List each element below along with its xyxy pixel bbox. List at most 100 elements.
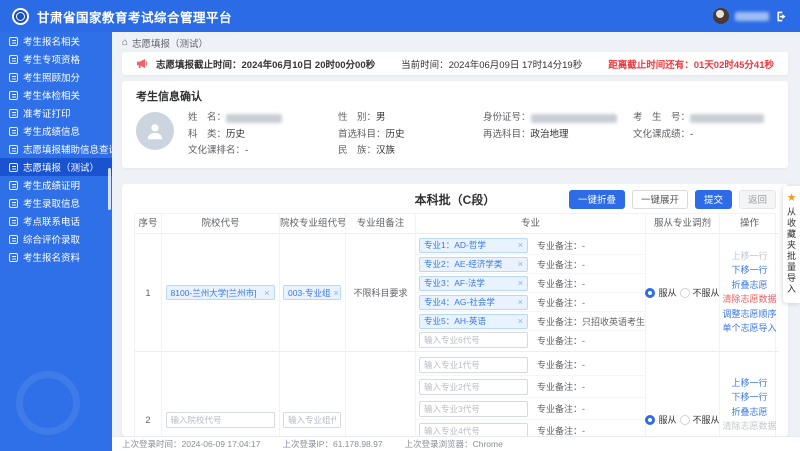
table-header-row: 序号 院校代号 院校专业组代号 专业组备注 专业 服从专业调剂 操作	[135, 214, 775, 234]
sidebar-item-label: 综合评价录取	[23, 232, 80, 246]
sidebar-item-score-certificate[interactable]: 考生成绩证明	[0, 176, 112, 194]
major-subrow: 专业2：AE-经济学类× 专业备注：-	[416, 255, 645, 274]
submit-button[interactable]: 提交	[695, 190, 732, 209]
clear-icon[interactable]: ×	[515, 278, 523, 288]
document-icon	[9, 37, 18, 46]
sidebar-item-label: 考生成绩信息	[23, 124, 80, 138]
refuse-radio[interactable]	[680, 415, 690, 425]
main-content: ⌂ 志愿填报（测试） 志愿填报截止时间：2024年06月10日 20时00分00…	[112, 32, 800, 451]
college-code-cell: 8100-兰州大学[兰州市] ×	[161, 234, 279, 352]
sidebar-item-score-info[interactable]: 考生成绩信息	[0, 122, 112, 140]
row-no: 1	[135, 234, 161, 352]
majors-cell: 专业备注：- 专业备注：- 专业备注：- 专业备注：-	[415, 352, 645, 436]
field-re-subject: 再选科目：政治地理	[483, 127, 633, 144]
sidebar-item-label: 考生报名相关	[23, 34, 80, 48]
move-down-link[interactable]: 下移一行	[731, 391, 767, 405]
sidebar-item-special-qualification[interactable]: 考生专项资格	[0, 50, 112, 68]
adjust-order-link[interactable]: 调整志愿顺序	[722, 308, 776, 322]
single-import-link[interactable]: 单个志愿导入	[722, 322, 776, 336]
sidebar-scrollbar[interactable]	[108, 168, 111, 210]
clear-icon[interactable]: ×	[331, 288, 339, 298]
sidebar-item-label: 志愿填报（测试）	[23, 160, 99, 174]
sidebar-item-application-materials[interactable]: 考生报名资料	[0, 248, 112, 266]
major-code-input[interactable]	[419, 423, 528, 437]
fold-volunteer-link[interactable]: 折叠志愿	[731, 406, 767, 420]
college-code-tag[interactable]: 8100-兰州大学[兰州市] ×	[166, 285, 275, 300]
sidebar-item-label: 考生录取信息	[23, 196, 80, 210]
footer-bar: 上次登录时间：2024-06-09 17:04:17 上次登录IP：61.178…	[112, 436, 800, 451]
major-tag[interactable]: 专业3：AF-法学×	[419, 276, 528, 291]
candidate-info-title: 考生信息确认	[136, 88, 774, 104]
obey-radio[interactable]	[645, 288, 655, 298]
clear-icon[interactable]: ×	[515, 316, 523, 326]
clear-icon[interactable]: ×	[515, 240, 523, 250]
sidebar-item-volunteer-fill-test[interactable]: 志愿填报（测试）	[0, 158, 112, 176]
obey-label[interactable]: 服从	[658, 413, 676, 426]
sidebar-item-label: 考生专项资格	[23, 52, 80, 66]
major-code-input[interactable]	[419, 332, 528, 348]
edit-icon	[9, 163, 18, 172]
app-title: 甘肃省国家教育考试综合管理平台	[37, 7, 232, 26]
obey-label[interactable]: 服从	[658, 286, 676, 299]
major-tag[interactable]: 专业5：AH-英语×	[419, 314, 528, 329]
volunteer-table: 序号 院校代号 院校专业组代号 专业组备注 专业 服从专业调剂 操作 1 810…	[134, 213, 776, 436]
sidebar-item-physical-exam[interactable]: 考生体检相关	[0, 86, 112, 104]
group-code-input[interactable]	[283, 412, 341, 428]
major-tag[interactable]: 专业4：AG-社会学×	[419, 295, 528, 310]
move-down-link[interactable]: 下移一行	[731, 264, 767, 278]
major-remark: 专业备注：只招收英语考生	[532, 315, 645, 328]
college-code-input[interactable]	[166, 412, 275, 428]
operations-cell: 上移一行 下移一行 折叠志愿 清除志愿数据 调整志愿顺序 单个志愿导入	[719, 234, 779, 352]
major-code-input[interactable]	[419, 401, 528, 417]
field-id-number: 身份证号：	[483, 110, 633, 127]
certificate-icon	[9, 181, 18, 190]
clear-icon[interactable]: ×	[261, 288, 269, 298]
refuse-label[interactable]: 不服从	[693, 413, 720, 426]
field-ethnicity: 民 族：汉族	[338, 143, 483, 160]
sidebar-item-aux-info-query[interactable]: 志愿填报辅助信息查询	[0, 140, 112, 158]
major-code-input[interactable]	[419, 379, 528, 395]
refuse-label[interactable]: 不服从	[693, 286, 720, 299]
sidebar-item-comprehensive-evaluation[interactable]: 综合评价录取	[0, 230, 112, 248]
sidebar-item-admission-info[interactable]: 考生录取信息	[0, 194, 112, 212]
deadline-text: 志愿填报截止时间：2024年06月10日 20时00分00秒	[156, 57, 375, 71]
expand-all-button[interactable]: 一键展开	[632, 190, 688, 209]
major-tag[interactable]: 专业1：AD-哲学×	[419, 238, 528, 253]
candidate-info-card: 考生信息确认 姓 名： 科 类：历史 文化课排名：- 性 别：男 首选科目：历史…	[122, 81, 788, 168]
clear-volunteer-link[interactable]: 清除志愿数据	[722, 293, 776, 307]
group-code-tag[interactable]: 003-专业组 ×	[283, 285, 341, 300]
fold-volunteer-link[interactable]: 折叠志愿	[731, 279, 767, 293]
adjust-cell: 服从 不服从	[645, 234, 719, 352]
document-icon	[9, 199, 18, 208]
batch-header: 本科批（C段） 一键折叠 一键展开 提交 返回	[134, 190, 776, 213]
obey-radio[interactable]	[645, 415, 655, 425]
info-col-3: 身份证号： 再选科目：政治地理	[483, 110, 633, 160]
major-remark: 专业备注：-	[532, 424, 645, 436]
majors-cell: 专业1：AD-哲学× 专业备注：- 专业2：AE-经济学类× 专业备注：- 专业…	[415, 234, 645, 352]
college-code-cell	[161, 352, 279, 436]
user-avatar[interactable]	[713, 8, 729, 24]
redacted-value	[690, 114, 764, 123]
sidebar-item-bonus-points[interactable]: 考生照顾加分	[0, 68, 112, 86]
major-tag[interactable]: 专业2：AE-经济学类×	[419, 257, 528, 272]
sidebar-item-ticket-print[interactable]: 准考证打印	[0, 104, 112, 122]
move-up-link[interactable]: 上移一行	[731, 377, 767, 391]
back-button[interactable]: 返回	[739, 190, 776, 209]
major-code-input[interactable]	[419, 357, 528, 373]
chart-icon	[9, 127, 18, 136]
favorites-import-tab[interactable]: ★ 从收藏夹批量导入	[783, 186, 800, 303]
sidebar-item-contact-phone[interactable]: 考点联系电话	[0, 212, 112, 230]
redacted-value	[531, 114, 617, 123]
document-icon	[9, 73, 18, 82]
major-subrow: 专业4：AG-社会学× 专业备注：-	[416, 293, 645, 312]
field-gender: 性 别：男	[338, 110, 483, 127]
clear-icon[interactable]: ×	[515, 297, 523, 307]
refuse-radio[interactable]	[680, 288, 690, 298]
major-remark: 专业备注：-	[532, 334, 645, 347]
star-icon: ★	[787, 192, 797, 204]
sidebar-item-registration[interactable]: 考生报名相关	[0, 32, 112, 50]
logout-icon[interactable]	[775, 10, 788, 23]
fold-all-button[interactable]: 一键折叠	[569, 190, 625, 209]
breadcrumb: ⌂ 志愿填报（测试）	[112, 32, 800, 51]
clear-icon[interactable]: ×	[515, 259, 523, 269]
